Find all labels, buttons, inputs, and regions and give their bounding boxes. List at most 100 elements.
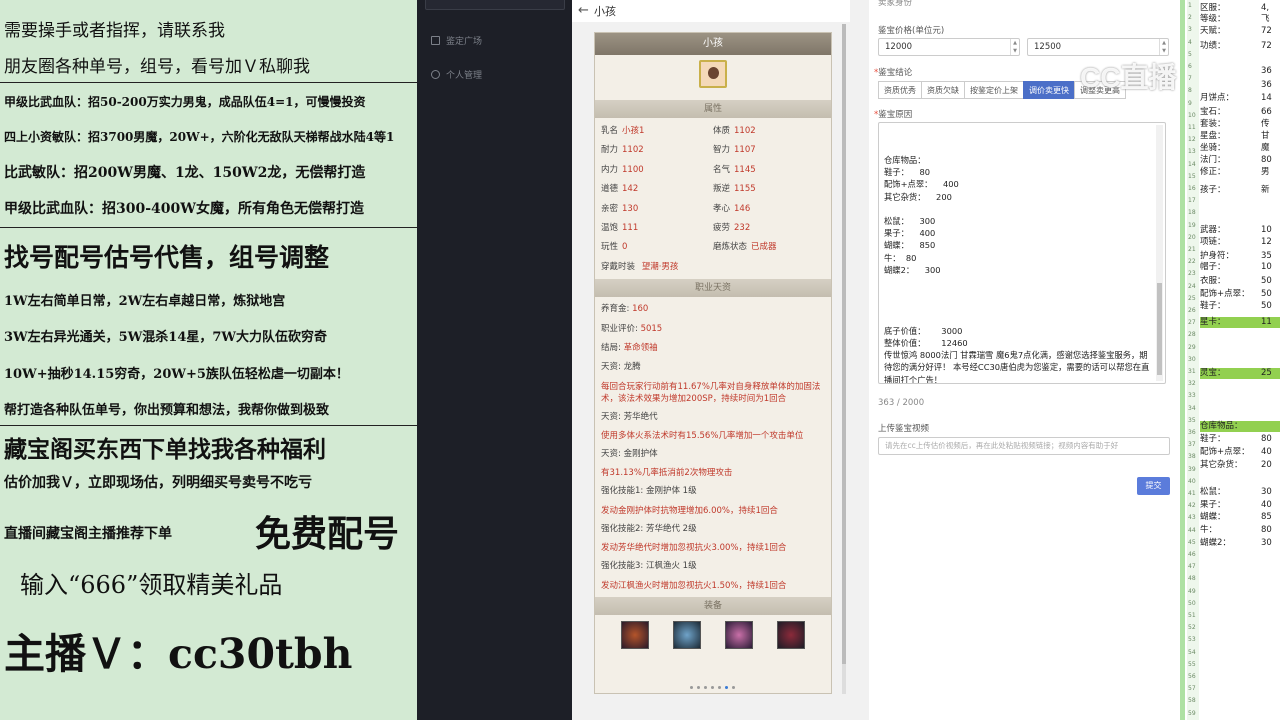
sheet-row: 宝石： 66 [1200, 107, 1272, 117]
equipment-slot[interactable] [621, 620, 649, 649]
stepper-icon[interactable]: ▲ ▼ [1159, 39, 1168, 55]
reason-line: 蝴蝶： 850 [884, 240, 936, 251]
talent-effect: 使用多体火系法术时有15.56%几率增加一个攻击单位 [601, 431, 804, 442]
video-link-input[interactable]: 请先在cc上传估价视频后，再在此处粘贴视频链接；视频内容有助于好 [878, 437, 1170, 455]
talent-skill: 强化技能1: 金刚护体 1级 [601, 486, 697, 497]
watermark: CC直播 [1080, 62, 1177, 93]
reason-line [884, 300, 1151, 312]
sheet-row: 松鼠： 30 [1200, 487, 1272, 497]
appraisal-form: 卖家身份 鉴宝价格(单位元) 12000 ▲ ▼ 12500 ▲ ▼ *鉴宝结论 资… [869, 0, 1180, 720]
attribute-grid: 乳名 小孩1 体质 1102 耐力 1102 智力 1107 内力 1100 名气 1145 道德 142… [595, 118, 831, 258]
sheet-row: 护身符： 35 [1200, 251, 1272, 261]
sheet-row: 帽子： 10 [1200, 262, 1272, 272]
attribute-item: 智力 1107 [713, 145, 756, 156]
reason-line [884, 203, 1151, 215]
sheet-row: 法门： 80 [1200, 155, 1272, 165]
price-low-input[interactable]: 12000 ▲ ▼ [878, 38, 1020, 56]
reason-line: 配饰+点翠： 400 [884, 179, 959, 190]
sidebar-item-appraisal-square[interactable]: 鉴定广场 [431, 34, 482, 47]
outfit-row: 穿戴时装 望潮·男孩 [595, 258, 831, 277]
equipment-slot[interactable] [673, 620, 701, 649]
reason-line [884, 313, 1151, 325]
tab-conclusion[interactable]: 按鉴定价上架 [964, 81, 1024, 99]
talent-line: 养育金: 160 [601, 304, 649, 315]
sidebar-item-label: 鉴定广场 [446, 37, 483, 47]
attribute-item: 孝心 146 [713, 203, 751, 214]
sheet-row: 等级：飞 [1200, 14, 1270, 24]
sheet-row: 套装：传 [1200, 119, 1270, 129]
attribute-item: 乳名 小孩1 [601, 126, 645, 136]
sheet-row: 蝴蝶2： 30 [1200, 538, 1272, 548]
scrollbar[interactable] [842, 24, 846, 694]
sidebar-item-personal[interactable]: 个人管理 [431, 68, 482, 81]
talent-line: 天资: 龙腾 [601, 362, 641, 373]
main-area: ← 小孩 小孩 属性 乳名 小孩1 体质 1102 耐力 1102 智力 1107 内力 1100… [572, 0, 1180, 720]
talent-effect: 每回合玩家行动前有11.67%几率对自身释放单体的加固法术，该法术效果为增加20… [601, 381, 821, 404]
ad-line: 10W+抽秒14.15穷奇，20W+5族队伍轻松虐一切副本！ [4, 367, 349, 382]
attribute-item: 叛逆 1155 [713, 184, 756, 195]
sheet-row: 蝴蝶： 85 [1200, 512, 1272, 522]
page-title: 小孩 [594, 5, 616, 18]
ad-line: 找号配号估号代售，组号调整 [4, 243, 330, 272]
back-arrow-icon[interactable]: ← [578, 3, 589, 18]
sheet-row: 果子： 40 [1200, 500, 1272, 510]
attribute-item: 道德 142 [601, 184, 639, 195]
equipment-slot[interactable] [725, 620, 753, 649]
ad-contact: 主播Ｖ：cc30tbh [4, 630, 353, 678]
ad-line: 比武敏队：招200W男魔、1龙、150W2龙，无偿帮打造 [4, 165, 366, 181]
sheet-row: 衣服： 50 [1200, 276, 1272, 286]
sheet-row: 配饰+点翠： 50 [1200, 289, 1272, 299]
child-info-card: 小孩 属性 乳名 小孩1 体质 1102 耐力 1102 智力 1107 内力 1100 名气 114… [594, 32, 832, 694]
reason-line [884, 276, 1151, 288]
video-label: 上传鉴宝视频 [878, 424, 930, 434]
section-header-talent: 职业天资 [595, 279, 831, 298]
ad-line: 需要操手或者指挥，请联系我 [4, 21, 225, 41]
ad-line: 1W左右简单日常，2W左右卓越日常，炼狱地宫 [4, 294, 286, 309]
sheet-row: 配饰+点翠： 40 [1200, 447, 1272, 457]
sheet-row: 坐骑：魔 [1200, 143, 1270, 153]
attribute-item: 疲劳 232 [713, 222, 751, 233]
talent-line: 职业评价: 5015 [601, 323, 663, 334]
carousel-dots[interactable] [690, 686, 735, 689]
tab-conclusion[interactable]: 资质优秀 [878, 81, 922, 99]
reason-textarea[interactable]: 仓库物品： 鞋子： 80 配饰+点翠： 400 其它杂货： 200 松鼠： 300 果子：… [878, 122, 1166, 384]
reason-line: 鞋子： 80 [884, 167, 930, 178]
equipment-slot[interactable] [777, 620, 805, 649]
talent-list: 养育金: 160 职业评价: 5015 结局: 革命领袖 天资: 龙腾每回合玩家行动前… [595, 297, 831, 595]
sheet-row: 36 [1261, 80, 1272, 90]
ad-line: 藏宝阁买东西下单找我各种福利 [4, 436, 326, 463]
attribute-item: 玩性 0 [601, 242, 628, 253]
reason-line: 松鼠： 300 [884, 216, 936, 226]
file-icon [431, 36, 440, 45]
attribute-item: 名气 1145 [713, 164, 756, 175]
textarea-scrollbar[interactable] [1156, 125, 1163, 381]
sheet-row: 36 [1261, 66, 1272, 76]
submit-button[interactable]: 提交 [1137, 477, 1170, 495]
sheet-row: 鞋子： 80 [1200, 434, 1272, 444]
card-header: 小孩 [595, 33, 831, 55]
stepper-icon[interactable]: ▲ ▼ [1010, 39, 1019, 55]
talent-line: 结局: 革命领袖 [601, 342, 658, 353]
sheet-row: 其它杂货： 20 [1200, 460, 1272, 470]
talent-effect: 有31.13%几率抵消前2次物理攻击 [601, 468, 733, 479]
tab-conclusion[interactable]: 调价卖更快 [1023, 81, 1075, 99]
attribute-item: 亲密 130 [601, 203, 639, 214]
talent-effect: 发动芳华绝代时增加忽视抗火3.00%，持续1回合 [601, 543, 787, 554]
reason-line: 果子： 400 [884, 228, 936, 239]
talent-effect: 发动金刚护体时抗物理增加6.00%，持续1回合 [601, 505, 778, 516]
reason-line [884, 288, 1151, 300]
sidebar-select[interactable] [425, 0, 565, 10]
price-high-input[interactable]: 12500 ▲ ▼ [1027, 38, 1169, 56]
notes-spreadsheet: 1 2 3 4 5 6 7 8 9 10 11 12 13 14 15 16 17 18 19 20 21 22 23 24 2… [1180, 0, 1280, 720]
sheet-row: 修正：男 [1200, 167, 1270, 177]
breadcrumb: ← 小孩 [572, 0, 850, 22]
divider [0, 82, 417, 83]
section-header-attributes: 属性 [595, 100, 831, 118]
char-counter: 363 / 2000 [878, 398, 925, 408]
ad-highlight: 免费配号 [255, 513, 400, 555]
attribute-item: 内力 1100 [601, 164, 644, 175]
sheet-row: 项链： 12 [1200, 237, 1272, 247]
divider [0, 227, 417, 228]
tab-conclusion[interactable]: 资质欠缺 [921, 81, 965, 99]
sheet-row: 仓库物品： [1200, 421, 1280, 432]
